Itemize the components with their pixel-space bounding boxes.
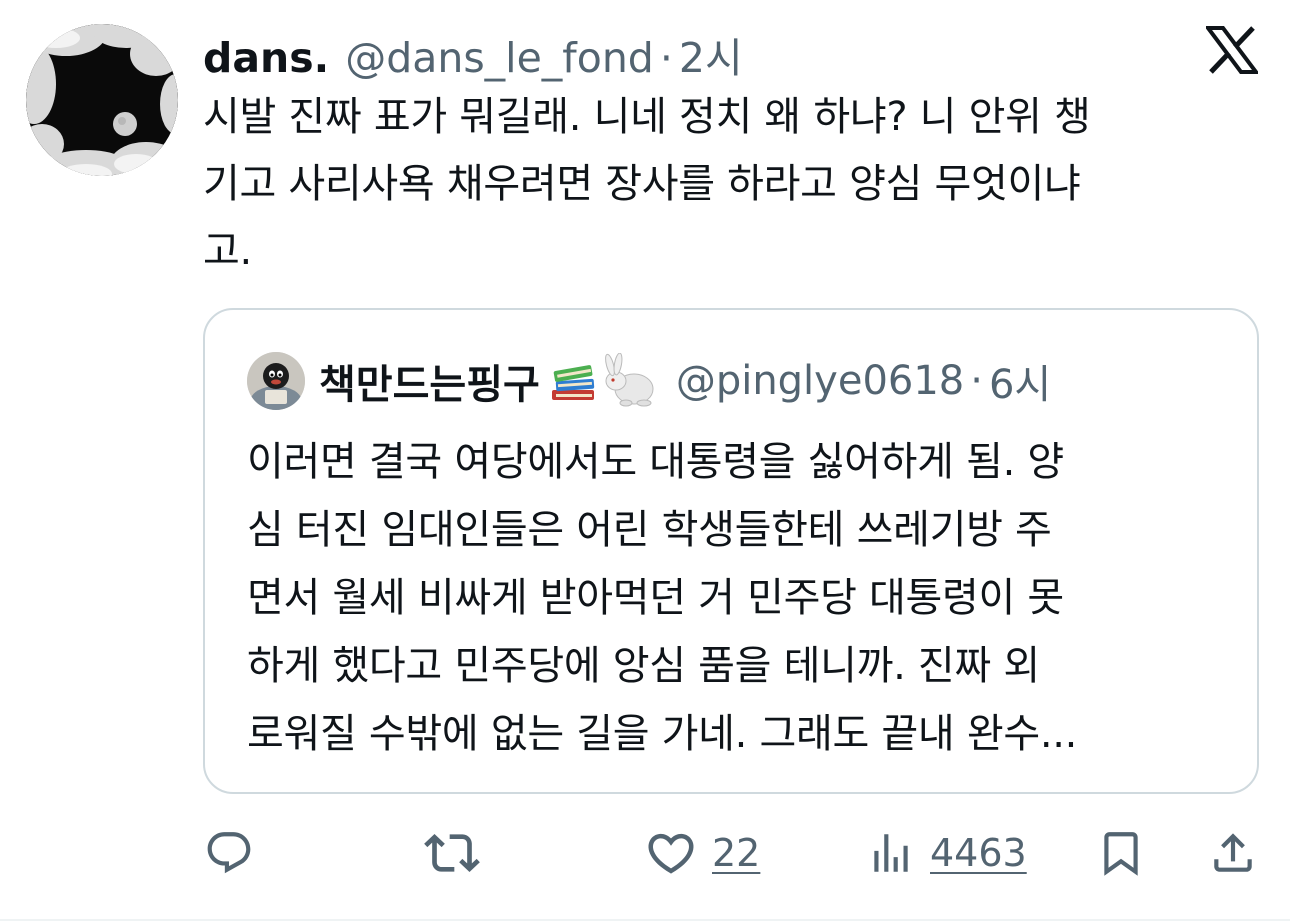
quoted-author-avatar[interactable] [247, 352, 305, 410]
views-icon [874, 834, 908, 872]
author-handle[interactable]: @dans_le_fond [345, 34, 654, 82]
moon-clouds-avatar-image [26, 24, 178, 176]
quoted-tweet-timestamp[interactable]: 6시 [989, 352, 1051, 410]
bookmark-button[interactable] [1096, 818, 1146, 888]
reply-button[interactable] [204, 818, 254, 888]
retweet-button[interactable] [424, 818, 480, 888]
tweet-text-line: 시발 진짜 표가 뭐길래. 니네 정치 왜 하냐? 니 안위 챙 [203, 94, 1091, 140]
name-emojis [548, 353, 658, 409]
tweet-action-bar: 22 4463 [0, 818, 1290, 888]
divider [0, 919, 1290, 921]
retweet-icon [424, 834, 480, 872]
quoted-author-handle[interactable]: @pinglye0618 [676, 358, 964, 404]
quoted-tweet-card[interactable]: 책만드는핑구 @pinglye0618 · 6시 이러면 결국 여당에서도 대통… [203, 308, 1259, 794]
quoted-header-separator: · [970, 358, 983, 404]
tweet-text: 시발 진짜 표가 뭐길래. 니네 정치 왜 하냐? 니 안위 챙 기고 사리사욕… [203, 84, 1253, 285]
x-logo-icon [1204, 26, 1260, 74]
tweet-timestamp[interactable]: 2시 [679, 24, 743, 84]
reply-icon [207, 832, 251, 874]
tweet-header: dans. @dans_le_fond · 2시 [203, 24, 743, 82]
quoted-text-line: 하게 했다고 민주당에 앙심 품을 테니까. 진짜 외 [247, 643, 1040, 689]
tweet-text-line: 고. [203, 228, 252, 274]
quoted-text-line: 면서 월세 비싸게 받아먹던 거 민주당 대통령이 못 [247, 575, 1064, 621]
bookmark-icon [1104, 832, 1138, 876]
rabbit-emoji-icon [604, 353, 654, 407]
like-button[interactable]: 22 [644, 818, 760, 888]
header-separator: · [659, 34, 673, 82]
quoted-text-line: 심 터진 임대인들은 어린 학생들한테 쓰레기방 주 [247, 507, 1052, 553]
quoted-text-line: 로워질 수밖에 없는 길을 가네. 그래도 끝내 완수... [247, 711, 1078, 757]
author-avatar[interactable] [26, 24, 178, 176]
quoted-author-display-name[interactable]: 책만드는핑구 [319, 352, 540, 410]
quoted-text-line: 이러면 결국 여당에서도 대통령을 싫어하게 됨. 양 [247, 439, 1064, 485]
pingu-avatar-image [247, 352, 305, 410]
like-count[interactable]: 22 [712, 831, 760, 875]
quoted-tweet-header: 책만드는핑구 @pinglye0618 · 6시 [247, 350, 1051, 412]
tweet-text-line: 기고 사리사욕 채우려면 장사를 하라고 양심 무엇이냐 [203, 161, 1081, 207]
share-button[interactable] [1208, 818, 1258, 888]
books-emoji-icon [551, 365, 594, 400]
quoted-tweet-text: 이러면 결국 여당에서도 대통령을 싫어하게 됨. 양 심 터진 임대인들은 어… [247, 428, 1237, 768]
views-count[interactable]: 4463 [930, 831, 1027, 875]
share-icon [1214, 833, 1252, 872]
heart-icon [648, 833, 694, 874]
author-display-name[interactable]: dans. [203, 34, 329, 82]
views-button[interactable]: 4463 [866, 818, 1027, 888]
